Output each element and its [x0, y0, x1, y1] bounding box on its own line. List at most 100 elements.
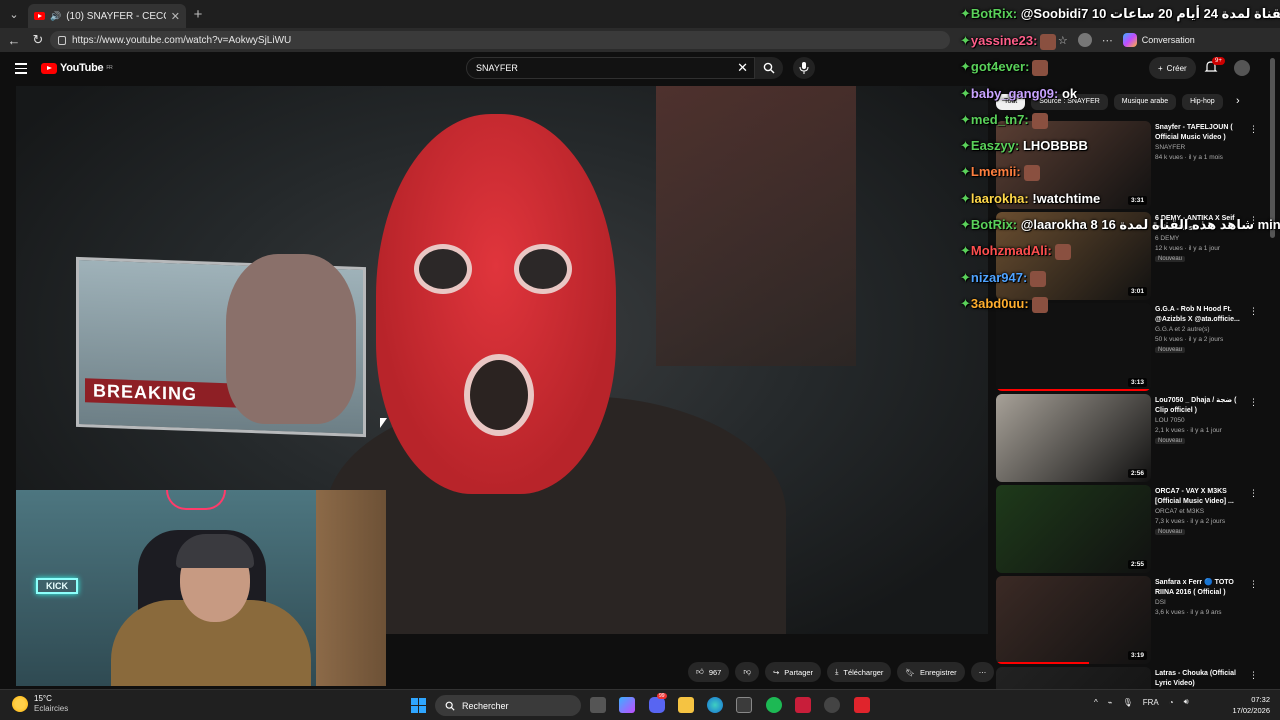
- browser-tab-youtube[interactable]: 🔊 (10) SNAYFER - CECOT - YouTube ✕: [28, 4, 186, 28]
- extensions-icon[interactable]: ⧉: [1040, 34, 1048, 47]
- chips-next-arrow-icon[interactable]: ›: [1236, 95, 1240, 107]
- taskbar-search-label: Rechercher: [462, 700, 509, 711]
- create-button[interactable]: + Créer: [1149, 57, 1196, 79]
- dislike-button[interactable]: 👎︎: [735, 662, 759, 682]
- reload-icon[interactable]: ↻: [26, 28, 50, 52]
- video-thumbnail[interactable]: 2:55: [996, 485, 1151, 573]
- menu-icon[interactable]: [15, 63, 27, 77]
- recommended-video[interactable]: 2:56 Lou7050 _ Dhaja / ضجة ( Clip officie…: [996, 394, 1261, 482]
- windows-start-icon[interactable]: [411, 698, 426, 713]
- language-indicator[interactable]: FRA: [1143, 698, 1159, 707]
- copilot-button[interactable]: Conversation: [1122, 33, 1195, 47]
- channel-name[interactable]: ORCA7 et M3KS: [1155, 507, 1247, 517]
- download-button[interactable]: ⤓ Télécharger: [827, 662, 892, 682]
- recommended-video[interactable]: 3:31 Snayfer - TAFELJOUN ( Official Music…: [996, 121, 1261, 209]
- video-title[interactable]: Lou7050 _ Dhaja / ضجة ( Clip officiel ): [1155, 396, 1247, 416]
- more-actions-button[interactable]: ⋯: [970, 662, 995, 682]
- weather-widget[interactable]: 15°C Eclaircies: [12, 694, 68, 714]
- tab-close-icon[interactable]: ✕: [171, 10, 180, 23]
- network-icon[interactable]: ⌁: [1108, 698, 1113, 707]
- video-menu-icon[interactable]: ⋮: [1249, 124, 1258, 135]
- video-thumbnail[interactable]: 3:13: [996, 303, 1151, 391]
- watch-progress-bar: [996, 389, 1151, 391]
- video-title[interactable]: Sanfara x Ferr 🔵 TOTO RIINA 2016 ( Offic…: [1155, 578, 1247, 598]
- favorite-star-icon[interactable]: ☆: [1058, 34, 1068, 47]
- bookmark-icon: 🔖︎: [905, 667, 915, 677]
- voice-search-button[interactable]: [793, 57, 815, 79]
- page-scrollbar[interactable]: [1270, 58, 1275, 238]
- video-info: Latras - Chouka (Official Lyric Video): [1155, 669, 1247, 689]
- mask-eye-right: [514, 244, 572, 294]
- obs-icon[interactable]: [824, 697, 840, 713]
- video-thumbnail[interactable]: 3:31: [996, 121, 1151, 209]
- search-button[interactable]: [755, 57, 783, 79]
- filter-chip[interactable]: Musique arabe: [1113, 94, 1177, 110]
- speaker-icon[interactable]: 🔊: [50, 11, 61, 22]
- back-icon[interactable]: ←: [2, 28, 26, 52]
- filter-chip[interactable]: Tout: [996, 94, 1026, 110]
- copilot-label: Conversation: [1141, 35, 1195, 45]
- video-title[interactable]: G.G.A - Rob N Hood Ft. @Azizbls X @ata.o…: [1155, 305, 1247, 325]
- video-menu-icon[interactable]: ⋮: [1249, 215, 1258, 226]
- save-button[interactable]: 🔖︎ Enregistrer: [897, 662, 965, 682]
- recommended-video[interactable]: 3:01 6 DEMY - ANTIKA X Seif Offical Music…: [996, 212, 1261, 300]
- download-label: Télécharger: [843, 667, 884, 677]
- video-title[interactable]: 6 DEMY - ANTIKA X Seif Offical Music ...: [1155, 214, 1247, 234]
- video-thumbnail[interactable]: 3:01: [996, 212, 1151, 300]
- discord-icon[interactable]: 99: [649, 693, 667, 713]
- recommended-video[interactable]: 2:55 ORCA7 - VAY X M3KS [Official Music V…: [996, 485, 1261, 573]
- video-menu-icon[interactable]: ⋮: [1249, 488, 1258, 499]
- url-input[interactable]: https://www.youtube.com/watch?v=AokwySjL…: [50, 31, 950, 49]
- video-duration: 2:56: [1127, 469, 1147, 478]
- task-view-icon[interactable]: [590, 697, 606, 713]
- volume-icon[interactable]: 🔊︎: [1184, 697, 1189, 707]
- more-menu-icon[interactable]: ⋯: [1102, 34, 1113, 47]
- recommended-video[interactable]: 3:19 Sanfara x Ferr 🔵 TOTO RIINA 2016 ( O…: [996, 576, 1261, 664]
- channel-name[interactable]: LOU 7050: [1155, 416, 1247, 426]
- like-button[interactable]: 👍︎ 967: [688, 662, 730, 682]
- new-tab-icon[interactable]: +: [186, 6, 210, 23]
- filter-chip[interactable]: Source : SNAYFER: [1031, 94, 1108, 110]
- app-red-2-icon[interactable]: [854, 697, 870, 713]
- clear-search-icon[interactable]: ✕: [737, 60, 748, 76]
- weather-sun-icon: [12, 696, 28, 712]
- profile-avatar[interactable]: [1077, 33, 1092, 47]
- account-avatar[interactable]: [1234, 60, 1250, 76]
- wifi-icon[interactable]: ◔: [1169, 698, 1174, 707]
- video-thumbnail[interactable]: 3:19: [996, 576, 1151, 664]
- recommended-video[interactable]: 3:13 G.G.A - Rob N Hood Ft. @Azizbls X @a…: [996, 303, 1261, 391]
- tray-chevron-icon[interactable]: ^: [1094, 698, 1098, 707]
- spotify-icon[interactable]: [766, 697, 782, 713]
- video-meta: 7,3 k vues · il y a 2 jours: [1155, 518, 1226, 525]
- video-title[interactable]: Snayfer - TAFELJOUN ( Official Music Vid…: [1155, 123, 1247, 143]
- copilot-taskbar-icon[interactable]: [619, 697, 635, 713]
- youtube-logo[interactable]: YouTube FR: [41, 62, 113, 74]
- channel-name[interactable]: 6 DEMY: [1155, 234, 1247, 244]
- share-button[interactable]: ↪ Partager: [764, 662, 822, 682]
- video-meta: 3,6 k vues · il y a 9 ans: [1155, 609, 1222, 616]
- edge-icon[interactable]: [707, 697, 723, 713]
- video-menu-icon[interactable]: ⋮: [1249, 306, 1258, 317]
- video-title[interactable]: ORCA7 - VAY X M3KS [Official Music Video…: [1155, 487, 1247, 507]
- file-explorer-icon[interactable]: [678, 697, 694, 713]
- taskbar-search[interactable]: Rechercher: [435, 695, 581, 716]
- channel-name[interactable]: SNAYFER: [1155, 143, 1247, 153]
- store-icon[interactable]: [736, 697, 752, 713]
- video-duration: 3:13: [1127, 378, 1147, 387]
- browser-addressbar: ← ↻ https://www.youtube.com/watch?v=Aokw…: [0, 28, 1280, 52]
- weather-temp: 15°C: [34, 694, 52, 703]
- filter-chip[interactable]: Hip-hop: [1182, 94, 1223, 110]
- video-thumbnail[interactable]: 2:56: [996, 394, 1151, 482]
- site-info-icon[interactable]: [58, 35, 66, 45]
- tab-list-chevron-icon[interactable]: ⌄: [0, 0, 28, 28]
- video-menu-icon[interactable]: ⋮: [1249, 670, 1258, 681]
- video-title[interactable]: Latras - Chouka (Official Lyric Video): [1155, 669, 1247, 689]
- mic-tray-icon[interactable]: 🎙︎: [1123, 698, 1133, 707]
- system-clock[interactable]: 07:32 17/02/2026: [1226, 694, 1270, 716]
- video-menu-icon[interactable]: ⋮: [1249, 579, 1258, 590]
- channel-name[interactable]: DSI: [1155, 598, 1247, 608]
- video-menu-icon[interactable]: ⋮: [1249, 397, 1258, 408]
- channel-name[interactable]: G.G.A et 2 autre(s): [1155, 325, 1247, 335]
- app-red-icon[interactable]: [795, 697, 811, 713]
- search-input[interactable]: SNAYFER ✕: [466, 57, 755, 79]
